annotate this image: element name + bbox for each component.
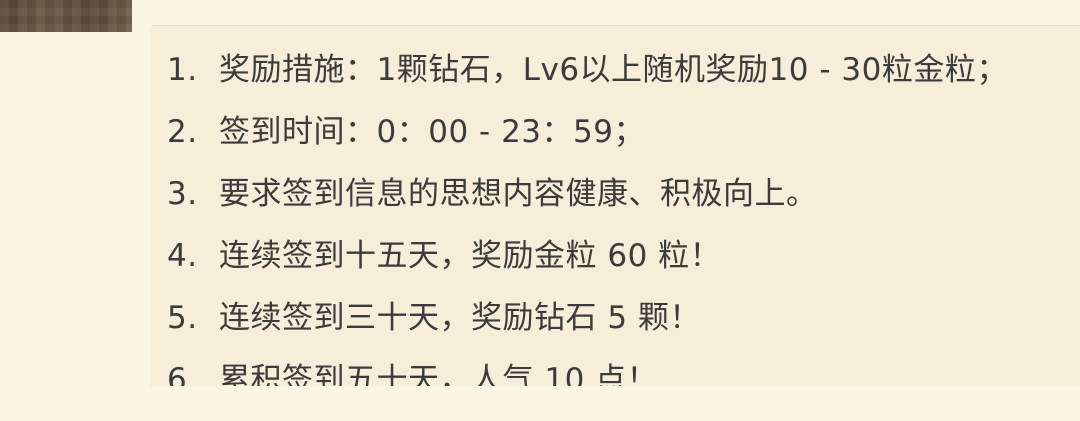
rule-number: 3.	[167, 176, 198, 212]
rule-number: 1.	[167, 52, 198, 88]
rule-number: 5.	[167, 300, 198, 336]
rule-number: 2.	[167, 114, 198, 150]
rule-item-2: 2. 签到时间：0：00 - 23：59；	[167, 111, 1008, 173]
rules-list: 1. 奖励措施：1颗钻石，Lv6以上随机奖励10 - 30粒金粒； 2. 签到时…	[167, 49, 1008, 421]
page: 1. 奖励措施：1颗钻石，Lv6以上随机奖励10 - 30粒金粒； 2. 签到时…	[0, 0, 1080, 414]
rule-number: 4.	[167, 238, 198, 274]
rule-text: 奖励措施：1颗钻石，Lv6以上随机奖励10 - 30粒金粒；	[219, 52, 1008, 88]
rule-text: 连续签到三十天，奖励钻石 5 颗！	[219, 300, 701, 336]
rule-item-4: 4. 连续签到十五天，奖励金粒 60 粒！	[167, 235, 1008, 297]
avatar-thumbnail[interactable]	[0, 0, 132, 32]
rule-item-1: 1. 奖励措施：1颗钻石，Lv6以上随机奖励10 - 30粒金粒；	[167, 49, 1008, 111]
rule-text: 签到时间：0：00 - 23：59；	[219, 114, 645, 150]
rule-item-5: 5. 连续签到三十天，奖励钻石 5 颗！	[167, 297, 1008, 359]
bottom-strip	[0, 386, 1080, 414]
rule-text: 连续签到十五天，奖励金粒 60 粒！	[219, 238, 722, 274]
rule-item-3: 3. 要求签到信息的思想内容健康、积极向上。	[167, 173, 1008, 235]
rule-text: 要求签到信息的思想内容健康、积极向上。	[219, 176, 818, 212]
